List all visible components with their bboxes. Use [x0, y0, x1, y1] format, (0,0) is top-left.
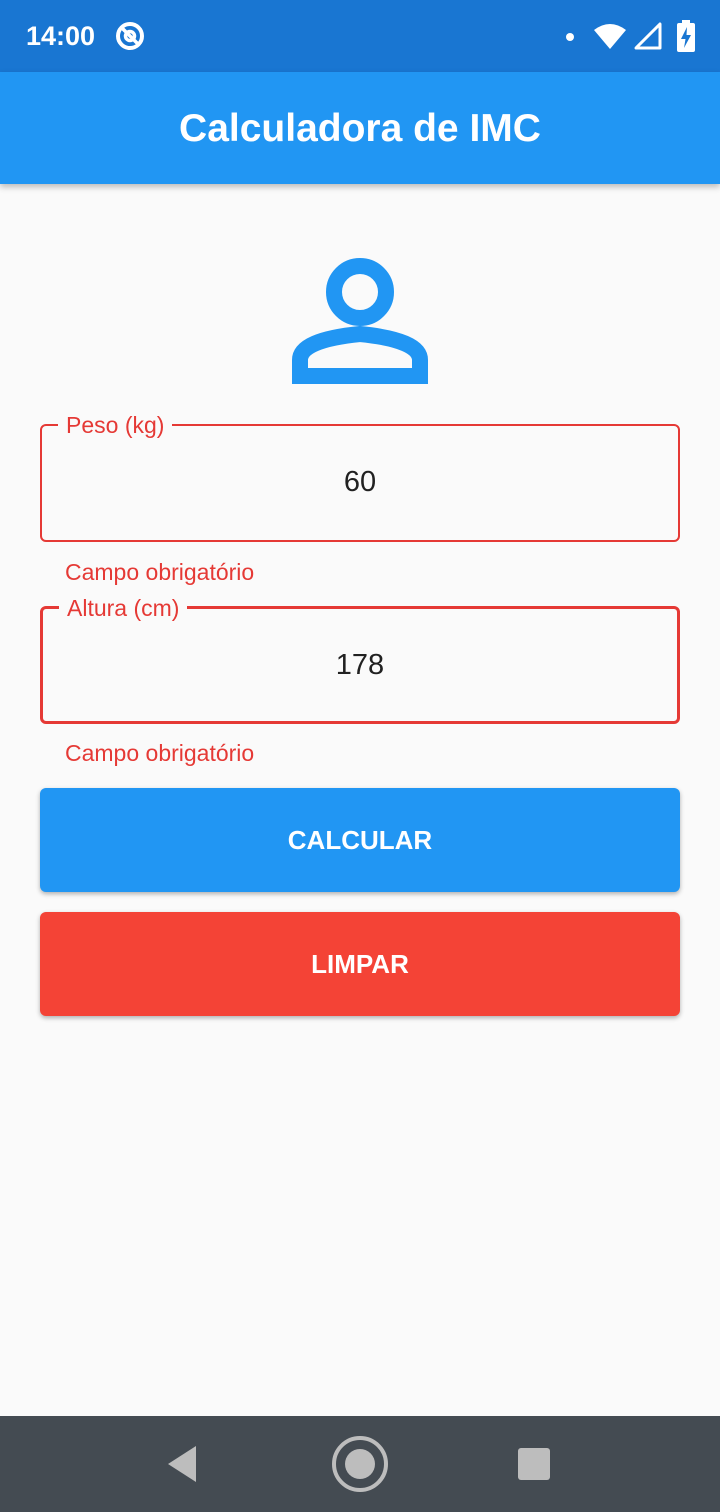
person-outline-icon [292, 258, 428, 384]
altura-field[interactable]: Altura (cm) 178 [40, 593, 680, 724]
altura-error-text: Campo obrigatório [65, 740, 255, 766]
recents-icon[interactable] [518, 1448, 550, 1480]
peso-field-label: Peso (kg) [58, 410, 173, 440]
wifi-icon [594, 24, 626, 49]
app-bar: Calculadora de IMC [0, 72, 720, 184]
notification-dot-icon [566, 33, 574, 41]
peso-field[interactable]: Peso (kg) 60 [40, 410, 680, 542]
app-title: Calculadora de IMC [179, 107, 541, 150]
calcular-button[interactable]: CALCULAR [40, 788, 680, 892]
altura-field-value[interactable]: 178 [43, 647, 677, 683]
altura-field-label: Altura (cm) [59, 593, 188, 623]
status-time: 14:00 [26, 21, 96, 51]
battery-charging-icon [677, 20, 695, 52]
at-sign-icon [116, 22, 144, 50]
status-bar: 14:00 [0, 0, 720, 72]
home-icon[interactable] [330, 1434, 390, 1494]
cell-signal-icon [634, 22, 662, 50]
back-icon[interactable] [164, 1444, 200, 1484]
peso-field-value[interactable]: 60 [42, 464, 678, 500]
limpar-button[interactable]: LIMPAR [40, 912, 680, 1016]
peso-error-text: Campo obrigatório [65, 559, 255, 585]
navigation-bar [0, 1416, 720, 1512]
